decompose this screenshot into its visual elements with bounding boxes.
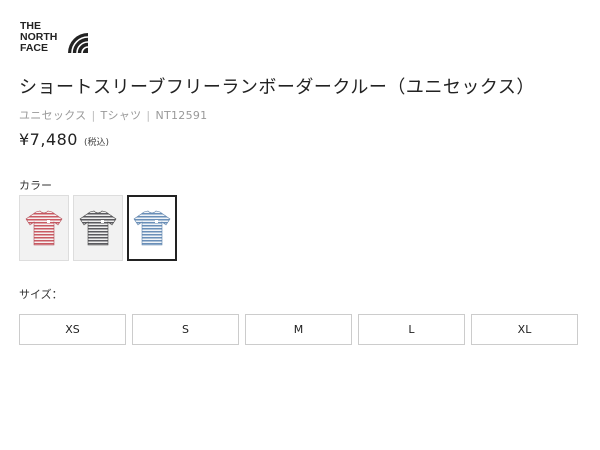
size-button-list: XS S M L XL [19,314,578,345]
size-button-xs[interactable]: XS [19,314,126,345]
color-swatch-blue[interactable] [127,195,177,261]
size-button-s[interactable]: S [132,314,239,345]
product-title: ショートスリーブフリーランボーダークルー（ユニセックス） [19,77,535,98]
size-button-m[interactable]: M [245,314,352,345]
tax-note: (税込) [83,138,110,148]
price-row: ¥7,480 (税込) [19,130,109,149]
svg-text:FACE: FACE [20,42,48,54]
tshirt-red-stripe-icon [25,210,63,246]
color-swatch-charcoal[interactable] [73,195,123,261]
size-label: サイズ： [19,288,63,301]
product-category: Tシャツ [100,109,142,122]
tshirt-charcoal-stripe-icon [79,210,117,246]
meta-separator: | [146,109,151,122]
color-swatch-list [19,195,177,261]
tshirt-blue-stripe-icon [133,210,171,246]
brand-logo[interactable]: THE NORTH FACE [20,19,92,55]
product-sku: NT12591 [155,109,208,122]
product-price: ¥7,480 [19,130,78,149]
product-meta: ユニセックス | Tシャツ | NT12591 [19,107,207,123]
size-button-xl[interactable]: XL [471,314,578,345]
color-label: カラー [19,179,52,192]
product-gender: ユニセックス [19,109,87,122]
north-face-logo-icon: THE NORTH FACE [20,20,89,54]
meta-separator: | [91,109,96,122]
size-button-l[interactable]: L [358,314,465,345]
color-swatch-red[interactable] [19,195,69,261]
